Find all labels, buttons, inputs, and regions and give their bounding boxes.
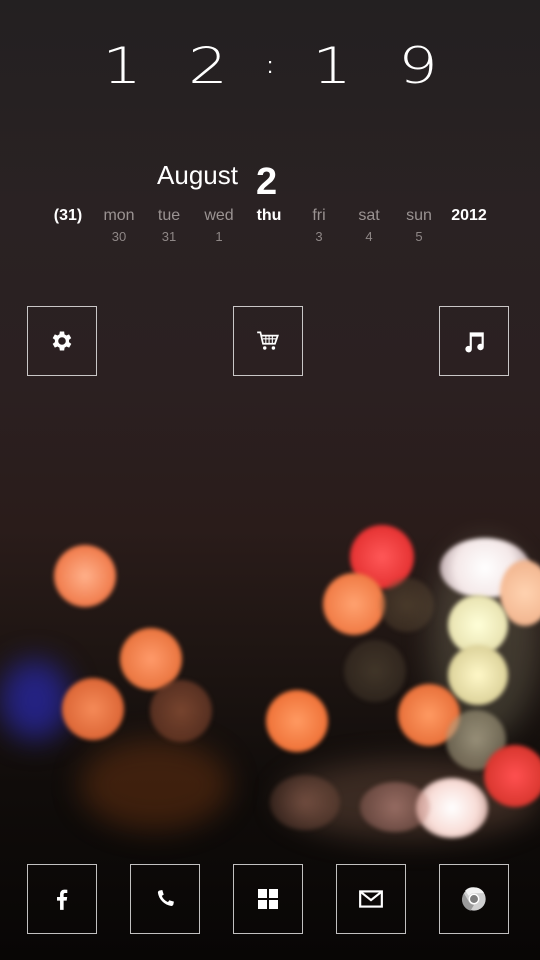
clock: 1 2 : 1 9 [0, 38, 540, 98]
date-day: 2 [256, 161, 278, 203]
clock-hour-ones: 2 [188, 37, 228, 95]
date-month: August [157, 160, 238, 190]
lock-screen: 1 2 : 1 9 August 2 (31) mon 30 tue 31 we… [0, 0, 540, 960]
week-strip: (31) mon 30 tue 31 wed 1 thu fri 3 sat 4… [0, 205, 540, 250]
clock-minute-tens: 1 [312, 37, 352, 95]
chrome-icon [461, 887, 486, 911]
windows-tile[interactable] [233, 864, 303, 934]
phone-tile[interactable] [130, 864, 200, 934]
mail-tile[interactable] [336, 864, 406, 934]
clock-separator: : [266, 53, 274, 78]
phone-icon [157, 890, 174, 906]
year: 2012 [437, 205, 501, 227]
settings-tile[interactable] [27, 306, 97, 376]
weekday-date: 1 [215, 229, 223, 244]
clock-hour-tens: 1 [102, 37, 142, 95]
gear-icon [52, 331, 72, 351]
year-label: 2012 [451, 207, 487, 224]
chrome-tile[interactable] [439, 864, 509, 934]
shopping-cart-icon [257, 331, 279, 350]
facebook-tile[interactable] [27, 864, 97, 934]
facebook-icon [57, 889, 68, 910]
weekday-date: 5 [415, 229, 423, 244]
music-tile[interactable] [439, 306, 509, 376]
clock-minute-ones: 9 [398, 37, 438, 95]
music-note-icon [465, 332, 484, 353]
mail-icon [359, 890, 383, 908]
windows-icon [258, 889, 278, 909]
store-tile[interactable] [233, 306, 303, 376]
